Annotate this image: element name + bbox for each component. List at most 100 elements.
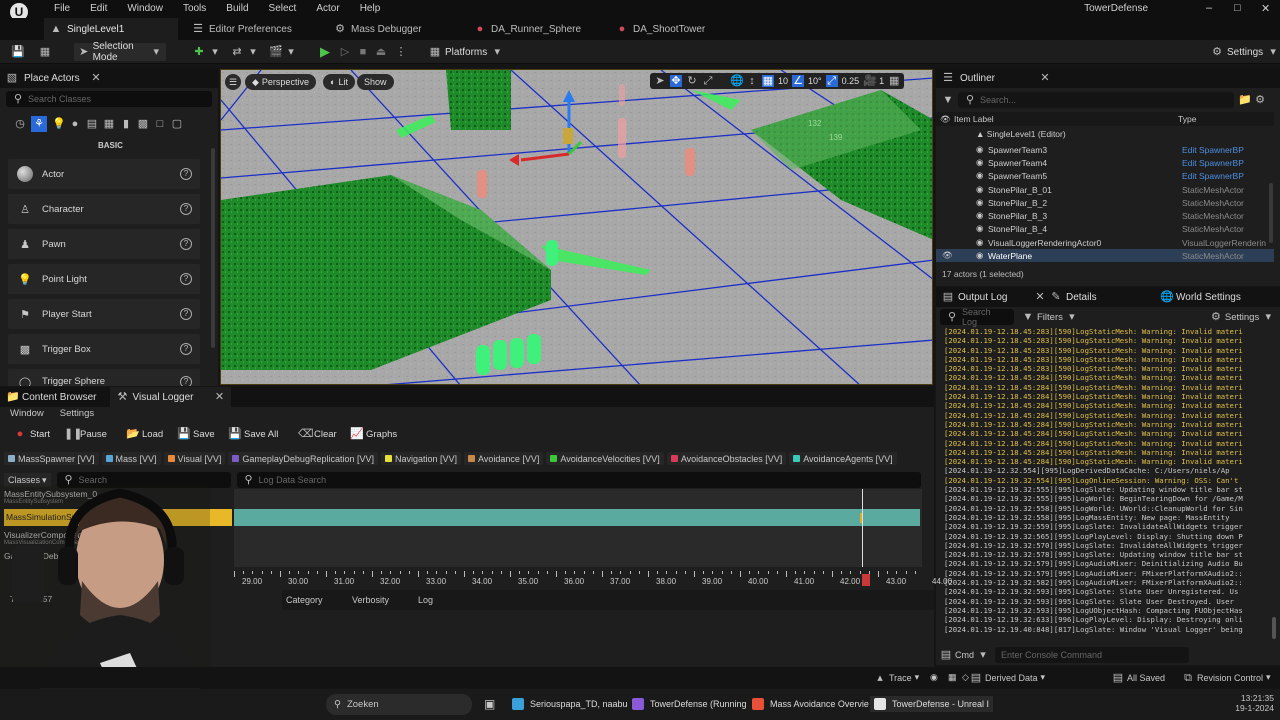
timeline-tracks[interactable] [234, 489, 922, 567]
menu-window[interactable]: Window [117, 2, 173, 16]
log-line[interactable]: [2024.01.19-12.19.32:558][995]LogMassEnt… [944, 513, 1270, 522]
menu-actor[interactable]: Actor [306, 2, 349, 16]
save-button[interactable]: 💾 [6, 43, 28, 61]
log-line[interactable]: [2024.01.19-12.18.45:284][590]LogStaticM… [944, 373, 1270, 382]
log-line[interactable]: [2024.01.19-12.18.45:283][590]LogStaticM… [944, 336, 1270, 345]
log-line[interactable]: [2024.01.19-12.19.32:593][995]LogSlate: … [944, 597, 1270, 606]
lit-button[interactable]: ◐ Lit [323, 74, 355, 90]
tab-output-log[interactable]: ▤ Output Log ✕ [942, 291, 1046, 303]
play-options-button[interactable]: ⋮ [390, 43, 412, 61]
outliner-row[interactable]: ◉ SpawnerTeam4 Edit SpawnerBP [936, 156, 1274, 169]
log-line[interactable]: [2024.01.19-12.18.45:284][590]LogStaticM… [944, 420, 1270, 429]
filter-chip[interactable]: AvoidanceAgents [VV] [789, 452, 897, 465]
clock[interactable]: 13:21:35 19-1-2024 [1234, 693, 1274, 713]
log-line[interactable]: [2024.01.19-12.18.45:284][590]LogStaticM… [944, 392, 1270, 401]
filter-chip[interactable]: MassSpawner [VV] [4, 452, 99, 465]
menu-file[interactable]: File [44, 2, 80, 16]
outliner-row-selected[interactable]: 👁 ◉ WaterPlane StaticMeshActor [936, 249, 1274, 262]
filter-chip[interactable]: AvoidanceVelocities [VV] [546, 452, 664, 465]
filters-dropdown[interactable]: ▼ Filters ▾ [1022, 311, 1078, 323]
outliner-row[interactable]: ◉ SpawnerTeam3 Edit SpawnerBP [936, 143, 1274, 156]
log-line[interactable]: [2024.01.19-12.19.32:565][995]LogPlayLev… [944, 532, 1270, 541]
column-verbosity[interactable]: Verbosity [352, 595, 389, 605]
log-line[interactable]: [2024.01.19-12.18.45:283][590]LogStaticM… [944, 346, 1270, 355]
outliner-search[interactable]: ⚲ Search... [958, 92, 1234, 108]
log-line[interactable]: [2024.01.19-12.18.45:284][590]LogStaticM… [944, 401, 1270, 410]
log-search[interactable]: ⚲ Search Log [940, 307, 1014, 327]
close-tab-icon[interactable]: ✕ [213, 391, 225, 403]
selection-mode-dropdown[interactable]: ➤ Selection Mode ▾ [74, 41, 166, 63]
log-settings-dropdown[interactable]: ⚙ Settings ▾ [1210, 311, 1274, 323]
menu-help[interactable]: Help [350, 2, 391, 16]
tab-singlelevel1[interactable]: ▲ SingleLevel1 [44, 18, 178, 40]
help-icon[interactable]: ? [180, 238, 192, 250]
filter-chip[interactable]: AvoidanceObstacles [VV] [666, 452, 787, 465]
save-all-button[interactable]: 💾 Save All [228, 427, 278, 441]
close-icon[interactable]: ✕ [1261, 2, 1270, 15]
world-icon[interactable]: 🌐 [730, 75, 744, 87]
help-icon[interactable]: ? [180, 343, 192, 355]
edit-blueprint-link[interactable]: Edit SpawnerBP [1182, 158, 1244, 168]
clear-button[interactable]: ⌫ Clear [298, 427, 337, 441]
taskbar-app[interactable]: Seriouspapa_TD, naabu [512, 698, 628, 710]
help-icon[interactable]: ? [180, 168, 192, 180]
outliner-root[interactable]: ▲ SingleLevel1 (Editor) [976, 129, 1066, 139]
camera-icon[interactable]: ◇ [962, 672, 969, 683]
actor-item-actor[interactable]: Actor ? [8, 159, 200, 189]
cinematics-button[interactable]: 🎬 ▾ [264, 43, 302, 61]
volumes-icon[interactable]: ▮ [120, 118, 132, 130]
actor-item-pawn[interactable]: ♟ Pawn ? [8, 229, 200, 259]
show-button[interactable]: Show [357, 74, 394, 90]
column-type[interactable]: Type [1178, 114, 1196, 124]
add-folder-icon[interactable]: 📁 [1238, 94, 1252, 106]
log-scrollbar[interactable] [1272, 617, 1276, 639]
time-scrubber-handle[interactable] [862, 574, 870, 586]
edit-blueprint-link[interactable]: Edit SpawnerBP [1182, 171, 1244, 181]
recent-icon[interactable]: ◷ [14, 118, 26, 130]
column-log[interactable]: Log [418, 595, 433, 605]
place-actors-search[interactable]: ⚲ Search Classes [6, 91, 212, 107]
log-line[interactable]: [2024.01.19-12.18.45:284][590]LogStaticM… [944, 411, 1270, 420]
log-line[interactable]: [2024.01.19-12.18.45:283][590]LogStaticM… [944, 355, 1270, 364]
outliner-row[interactable]: ◉ SpawnerTeam5 Edit SpawnerBP [936, 169, 1274, 182]
log-line[interactable]: [2024.01.19-12.18.45:284][590]LogStaticM… [944, 457, 1270, 466]
scale-snap-value[interactable]: 0.25 [842, 76, 860, 86]
blueprint-button[interactable]: ⇄ ▾ [226, 43, 264, 61]
scale-icon[interactable]: ⤢ [702, 75, 714, 87]
settings-icon[interactable]: ⚙ [1254, 94, 1266, 106]
perspective-button[interactable]: ◆ Perspective [245, 74, 316, 90]
maximize-viewport-icon[interactable]: ▦ [888, 75, 900, 87]
cinematic-icon[interactable]: ▤ [86, 118, 98, 130]
basic-category-icon[interactable]: ⚘ [31, 116, 47, 132]
platforms-dropdown[interactable]: ▦ Platforms ▾ [424, 43, 508, 61]
cmd-dropdown[interactable]: ▤ Cmd ▾ [940, 649, 989, 661]
filter-chip[interactable]: Visual [VV] [163, 452, 226, 465]
trace-dropdown[interactable]: ▴ Trace ▾ [874, 672, 919, 684]
log-line[interactable]: [2024.01.19-12.18.45:284][590]LogStaticM… [944, 439, 1270, 448]
task-view-icon[interactable]: ▣ [484, 697, 495, 711]
log-line[interactable]: [2024.01.19-12.32.554][995]LogDerivedDat… [944, 466, 1270, 475]
content-button[interactable]: ▦ [34, 43, 56, 61]
menu-select[interactable]: Select [259, 2, 307, 16]
revision-control-dropdown[interactable]: ⧉ Revision Control ▾ [1182, 672, 1271, 684]
tab-da-runner-sphere[interactable]: ● DA_Runner_Sphere [468, 18, 587, 40]
actor-item-character[interactable]: ♙ Character ? [8, 194, 200, 224]
menu-edit[interactable]: Edit [80, 2, 117, 16]
camera-speed-icon[interactable]: 🎥 [863, 75, 877, 87]
column-category[interactable]: Category [286, 595, 323, 605]
pause-button[interactable]: ❚❚ Pause [64, 427, 107, 441]
log-line[interactable]: [2024.01.19-12.19.32:633][996]LogPlayLev… [944, 615, 1270, 624]
log-line[interactable]: [2024.01.19-12.19.32:555][995]LogWorld: … [944, 494, 1270, 503]
tab-world-settings[interactable]: 🌐 World Settings [1160, 291, 1241, 303]
maximize-icon[interactable]: □ [1234, 2, 1241, 14]
time-cursor[interactable] [862, 489, 863, 567]
menu-build[interactable]: Build [216, 2, 258, 16]
rotation-snap-value[interactable]: 10° [808, 76, 822, 86]
time-ruler[interactable]: 29.00 30.00 31.00 32.00 33.00 34.00 35.00 36.00… [234, 569, 952, 591]
menu-window[interactable]: Window [10, 408, 44, 419]
column-item-label[interactable]: Item Label [954, 114, 994, 124]
help-icon[interactable]: ? [180, 308, 192, 320]
help-icon[interactable]: ? [180, 376, 192, 386]
visual-effects-icon[interactable]: ▦ [103, 118, 115, 130]
graphs-button[interactable]: 📈 Graphs [350, 427, 397, 441]
